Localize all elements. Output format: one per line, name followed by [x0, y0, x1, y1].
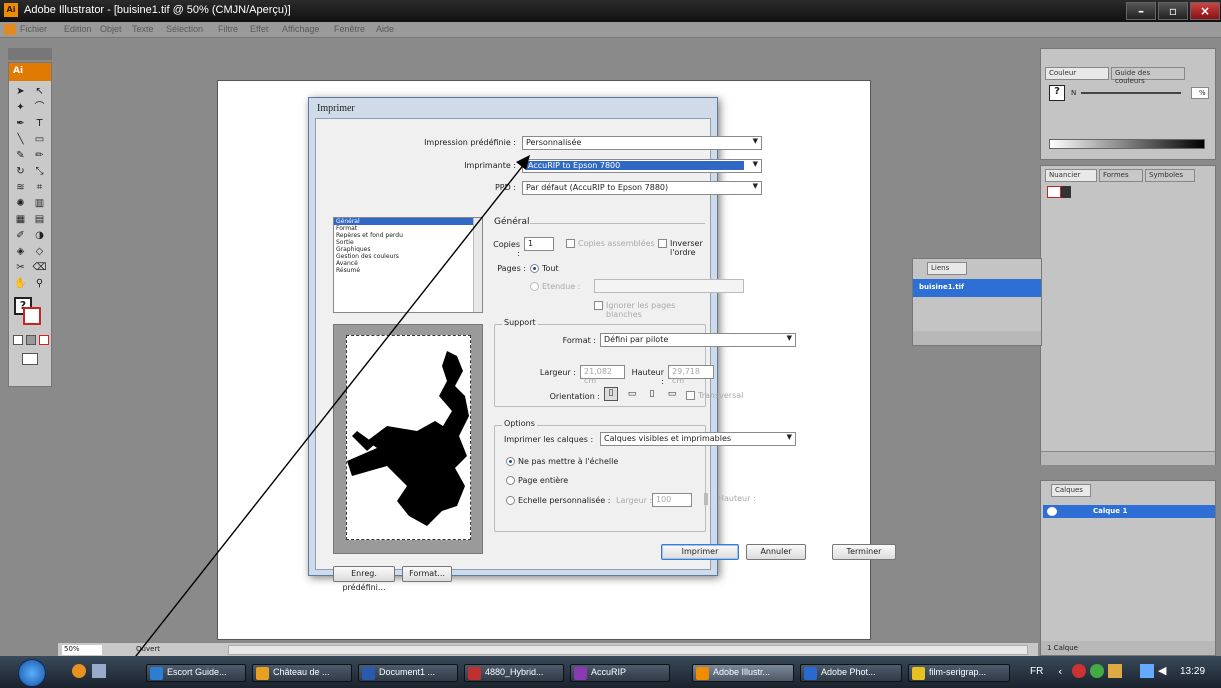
print-button[interactable]: Imprimer — [661, 544, 739, 560]
taskbar-button-active[interactable]: Adobe Illustr... — [692, 664, 794, 682]
tray-icon[interactable] — [1090, 664, 1104, 678]
illustrator-icon — [696, 667, 709, 680]
start-button[interactable] — [18, 659, 46, 687]
firefox-icon — [256, 667, 269, 680]
language-indicator[interactable]: FR — [1030, 666, 1043, 677]
accurip-icon — [574, 667, 587, 680]
taskbar-button[interactable]: Château de ... — [252, 664, 352, 682]
pdf-icon — [468, 667, 481, 680]
word-icon — [362, 667, 375, 680]
annotation-arrow — [116, 155, 530, 681]
firefox-quicklaunch-icon[interactable] — [72, 664, 86, 678]
taskbar-button[interactable]: 4880_Hybrid... — [464, 664, 564, 682]
taskbar-button[interactable]: Escort Guide... — [146, 664, 246, 682]
taskbar-button[interactable]: AccuRIP — [570, 664, 670, 682]
taskbar-button[interactable]: Document1 ... — [358, 664, 458, 682]
done-button[interactable]: Terminer — [832, 544, 896, 560]
chevron-left-icon[interactable]: ‹ — [1058, 665, 1062, 678]
photoshop-icon — [804, 667, 817, 680]
tray-icon[interactable] — [1108, 664, 1122, 678]
network-icon[interactable] — [1140, 664, 1154, 678]
desktop-quicklaunch-icon[interactable] — [92, 664, 106, 678]
ie-icon — [150, 667, 163, 680]
cancel-button[interactable]: Annuler — [746, 544, 806, 560]
taskbar-button[interactable]: Adobe Phot... — [800, 664, 902, 682]
folder-icon — [912, 667, 925, 680]
clock[interactable]: 13:29 — [1180, 666, 1205, 677]
taskbar-button[interactable]: film-serigrap... — [908, 664, 1010, 682]
taskbar: Escort Guide... Château de ... Document1… — [0, 656, 1221, 688]
tray-icon[interactable] — [1072, 664, 1086, 678]
volume-icon[interactable]: ◀ — [1158, 664, 1166, 677]
